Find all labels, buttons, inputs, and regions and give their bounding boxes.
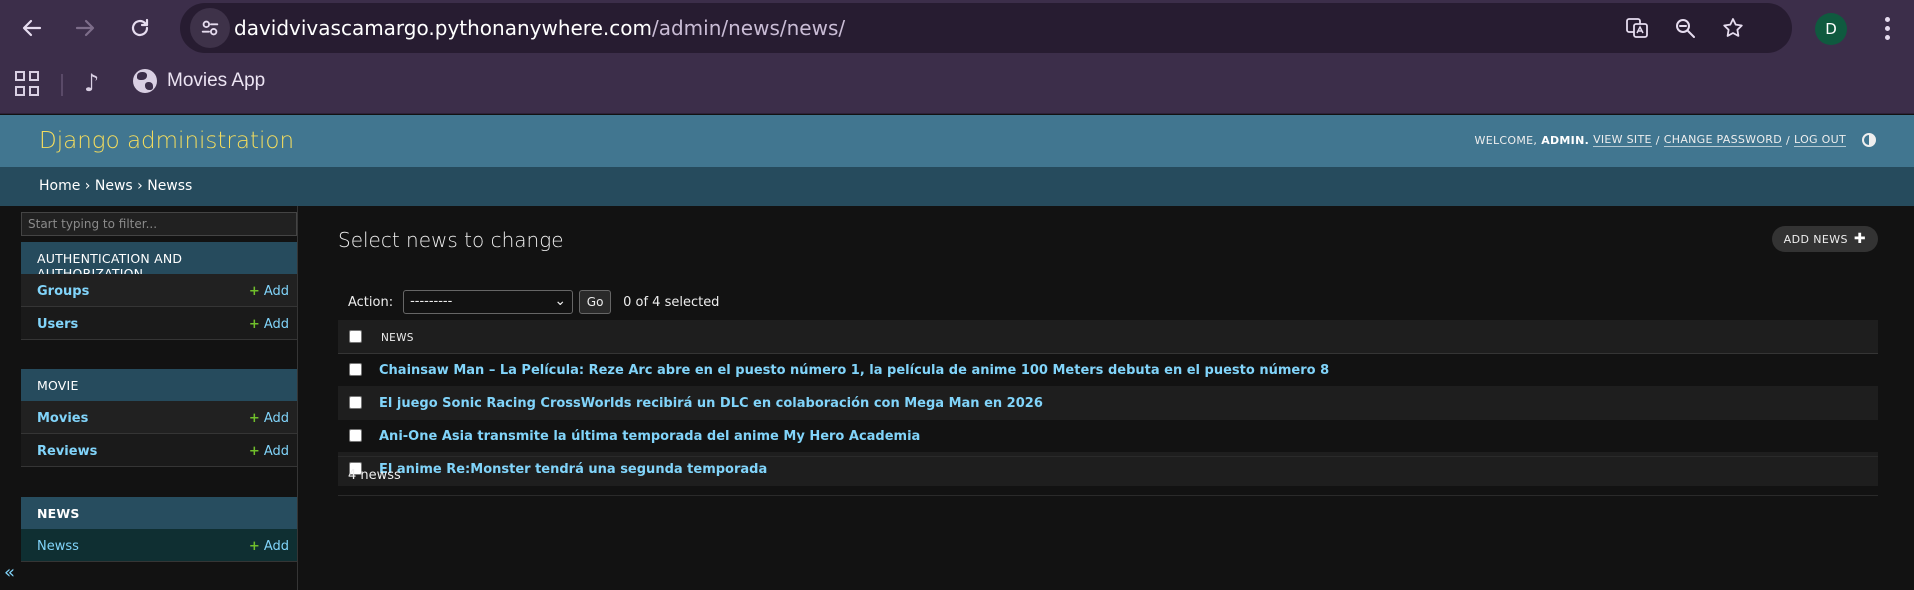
log-out-link[interactable]: LOG OUT (1794, 133, 1846, 147)
news-link[interactable]: Chainsaw Man – La Película: Reze Arc abr… (379, 363, 1329, 378)
add-label: Add (263, 539, 289, 554)
welcome-text: WELCOME, (1474, 133, 1538, 147)
row-checkbox[interactable] (349, 396, 362, 409)
separator: / (1786, 133, 1791, 147)
plus-icon: ✚ (1853, 231, 1866, 247)
sidebar-item-label[interactable]: Users (37, 317, 78, 332)
bookmark-label: Movies App (167, 70, 266, 91)
row-checkbox[interactable] (349, 429, 362, 442)
module-movie: MOVIE Movies + Add Reviews + Add (21, 369, 297, 467)
bookmarks-bar: ♪ Movies App (0, 55, 1914, 114)
table-row: Chainsaw Man – La Película: Reze Arc abr… (338, 354, 1878, 387)
add-label: Add (263, 444, 289, 459)
bookmarks-divider (61, 74, 63, 96)
bookmark-star-icon[interactable] (1716, 11, 1750, 45)
column-header-news[interactable]: NEWS (381, 332, 414, 344)
theme-toggle-icon[interactable] (1862, 133, 1876, 147)
plus-icon: + (248, 539, 260, 554)
music-note-icon[interactable]: ♪ (84, 69, 99, 97)
module-auth: AUTHENTICATION AND AUTHORIZATION Groups … (21, 242, 297, 340)
go-button[interactable]: Go (579, 290, 612, 314)
sidebar-filter-input[interactable]: Start typing to filter... (21, 212, 297, 236)
sidebar-item-label[interactable]: Groups (37, 284, 89, 299)
breadcrumb-current: Newss (147, 178, 193, 194)
sidebar-item-users[interactable]: Users + Add (21, 307, 297, 340)
sidebar-item-label[interactable]: Newss (37, 539, 79, 554)
plus-icon: + (248, 444, 260, 459)
news-link[interactable]: El juego Sonic Racing CrossWorlds recibi… (379, 396, 1043, 411)
add-news-label: ADD NEWS (1783, 232, 1848, 246)
zoom-icon[interactable] (1668, 11, 1702, 45)
bookmark-movies-app[interactable]: Movies App (133, 69, 265, 93)
sidebar-item-groups[interactable]: Groups + Add (21, 274, 297, 307)
page-title: Select news to change (338, 228, 564, 252)
user-tools: WELCOME, ADMIN. VIEW SITE / CHANGE PASSW… (1475, 133, 1876, 147)
add-news-button[interactable]: ADD NEWS ✚ (1771, 226, 1878, 252)
paginator: 4 newss (338, 456, 1878, 496)
chevron-down-icon: ⌄ (554, 293, 567, 309)
admin-header: Django administration WELCOME, ADMIN. VI… (0, 115, 1914, 167)
globe-icon (133, 69, 157, 93)
sidebar-item-movies[interactable]: Movies + Add (21, 401, 297, 434)
breadcrumb-separator: › (137, 178, 143, 194)
add-label: Add (263, 317, 289, 332)
module-caption[interactable]: MOVIE (21, 369, 297, 401)
plus-icon: + (248, 411, 260, 426)
module-caption[interactable]: AUTHENTICATION AND AUTHORIZATION (21, 242, 297, 281)
nav-sidebar: Start typing to filter... AUTHENTICATION… (0, 206, 298, 590)
sidebar-item-label[interactable]: Reviews (37, 444, 97, 459)
site-settings-icon[interactable] (190, 8, 230, 48)
module-caption[interactable]: NEWS (21, 497, 297, 529)
plus-icon: + (248, 284, 260, 299)
url-host: davidvivascamargo.pythonanywhere.com (234, 16, 652, 40)
url-path: /admin/news/news/ (651, 16, 846, 40)
breadcrumb-app[interactable]: News (95, 178, 133, 194)
sidebar-item-label[interactable]: Movies (37, 411, 88, 426)
separator: / (1655, 133, 1660, 147)
table-row: El juego Sonic Racing CrossWorlds recibi… (338, 387, 1878, 420)
select-all-checkbox[interactable] (349, 330, 362, 343)
reload-icon[interactable] (120, 8, 160, 48)
selection-counter: 0 of 4 selected (623, 294, 720, 310)
add-movie-link[interactable]: + Add (249, 411, 289, 426)
action-select[interactable]: --------- ⌄ (403, 290, 574, 314)
breadcrumb: Home › News › Newss (0, 167, 1914, 206)
sidebar-item-newss[interactable]: Newss + Add (21, 529, 297, 562)
add-label: Add (263, 284, 289, 299)
add-news-link[interactable]: + Add (249, 539, 289, 554)
add-group-link[interactable]: + Add (249, 284, 289, 299)
url-text[interactable]: davidvivascamargo.pythonanywhere.com/adm… (234, 16, 845, 40)
site-branding[interactable]: Django administration (39, 128, 294, 154)
back-arrow-icon[interactable] (12, 8, 52, 48)
add-user-link[interactable]: + Add (249, 317, 289, 332)
breadcrumb-separator: › (84, 178, 91, 194)
module-news: NEWS Newss + Add (21, 497, 297, 562)
change-password-link[interactable]: CHANGE PASSWORD (1663, 133, 1783, 147)
browser-menu-icon[interactable] (1872, 12, 1902, 44)
table-row: Ani-One Asia transmite la última tempora… (338, 420, 1878, 453)
address-bar[interactable]: davidvivascamargo.pythonanywhere.com/adm… (180, 3, 1792, 53)
profile-avatar[interactable]: D (1815, 13, 1847, 45)
action-label: Action: (348, 294, 394, 310)
add-label: Add (263, 411, 289, 426)
plus-icon: + (248, 317, 260, 332)
apps-grid-icon[interactable] (15, 71, 41, 97)
table-header: NEWS (338, 320, 1878, 354)
news-link[interactable]: Ani-One Asia transmite la última tempora… (379, 429, 920, 444)
forward-arrow-icon[interactable] (65, 8, 105, 48)
translate-icon[interactable] (1620, 11, 1654, 45)
sidebar-item-reviews[interactable]: Reviews + Add (21, 434, 297, 467)
row-checkbox[interactable] (349, 363, 362, 376)
actions-bar: Action: --------- ⌄ Go 0 of 4 selected (338, 284, 1878, 320)
breadcrumb-home[interactable]: Home (39, 178, 80, 194)
browser-toolbar: davidvivascamargo.pythonanywhere.com/adm… (0, 0, 1914, 55)
add-review-link[interactable]: + Add (249, 444, 289, 459)
username: ADMIN. (1541, 133, 1590, 147)
view-site-link[interactable]: VIEW SITE (1593, 133, 1652, 147)
action-select-value: --------- (410, 294, 453, 309)
collapse-sidebar-button[interactable]: « (4, 562, 15, 583)
